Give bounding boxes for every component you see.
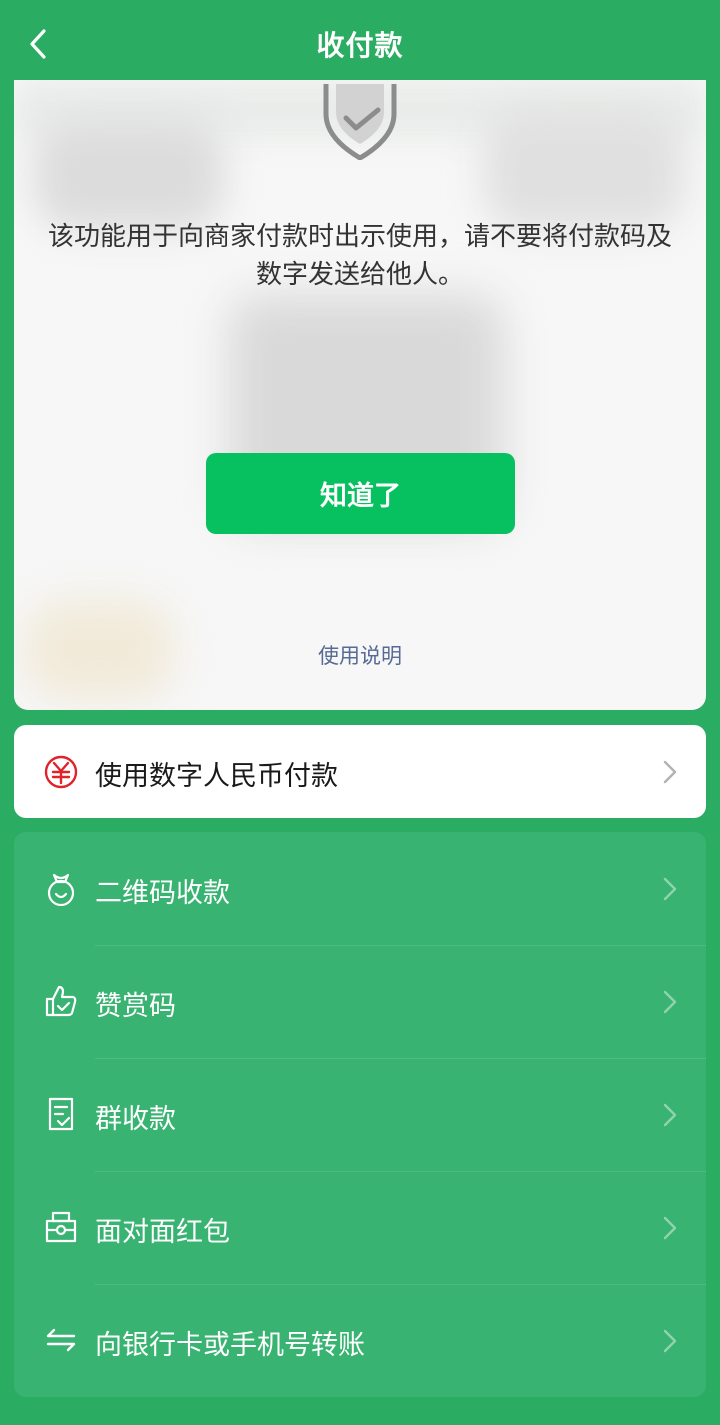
usage-instructions-link[interactable]: 使用说明	[14, 640, 706, 670]
payment-page: 收付款 该功能用于向商家付款时出示使用，请不要将付款码及数字发送给他人。 知道了…	[0, 0, 720, 1425]
chevron-left-icon	[30, 29, 46, 59]
menu-item-label: 二维码收款	[95, 878, 230, 909]
security-warning-text: 该功能用于向商家付款时出示使用，请不要将付款码及数字发送给他人。	[47, 222, 672, 290]
menu-item-qr-collect[interactable]: 二维码收款	[14, 832, 706, 945]
transfer-arrows-icon	[46, 1328, 76, 1352]
digital-rmb-label: 使用数字人民币付款	[95, 761, 338, 792]
blurred-area	[34, 120, 224, 230]
menu-item-face-to-face-red-packet[interactable]: 面对面红包	[14, 1171, 706, 1284]
money-bag-icon	[47, 873, 75, 906]
chevron-right-icon	[663, 1103, 677, 1127]
back-button[interactable]	[18, 22, 58, 66]
blurred-area	[484, 110, 684, 230]
menu-item-reward-code[interactable]: 赞赏码	[14, 945, 706, 1058]
menu-item-label: 赞赏码	[95, 991, 176, 1022]
chevron-right-icon	[663, 877, 677, 901]
menu-item-transfer-to-bank-or-phone[interactable]: 向银行卡或手机号转账	[14, 1284, 706, 1397]
chevron-right-icon	[663, 1329, 677, 1353]
red-packet-icon	[45, 1211, 77, 1243]
chevron-right-icon	[663, 990, 677, 1014]
thumbs-up-icon	[45, 985, 77, 1017]
got-it-button[interactable]: 知道了	[206, 453, 515, 534]
menu-item-label: 向银行卡或手机号转账	[95, 1330, 365, 1361]
digital-rmb-icon	[44, 755, 78, 789]
group-bill-icon	[48, 1097, 74, 1131]
payment-menu-list: 二维码收款 赞赏码 群收款 面对面红包 向银行卡或手机号转账	[14, 832, 706, 1397]
menu-item-group-collect[interactable]: 群收款	[14, 1058, 706, 1171]
shield-check-icon	[323, 84, 397, 160]
digital-rmb-payment-row[interactable]: 使用数字人民币付款	[14, 725, 706, 818]
menu-item-label: 面对面红包	[95, 1217, 230, 1248]
chevron-right-icon	[663, 760, 677, 784]
page-title: 收付款	[316, 29, 404, 62]
payment-code-card: 该功能用于向商家付款时出示使用，请不要将付款码及数字发送给他人。 知道了 使用说…	[14, 80, 706, 710]
chevron-right-icon	[663, 1216, 677, 1240]
top-bar: 收付款	[0, 0, 720, 88]
menu-item-label: 群收款	[95, 1104, 176, 1135]
